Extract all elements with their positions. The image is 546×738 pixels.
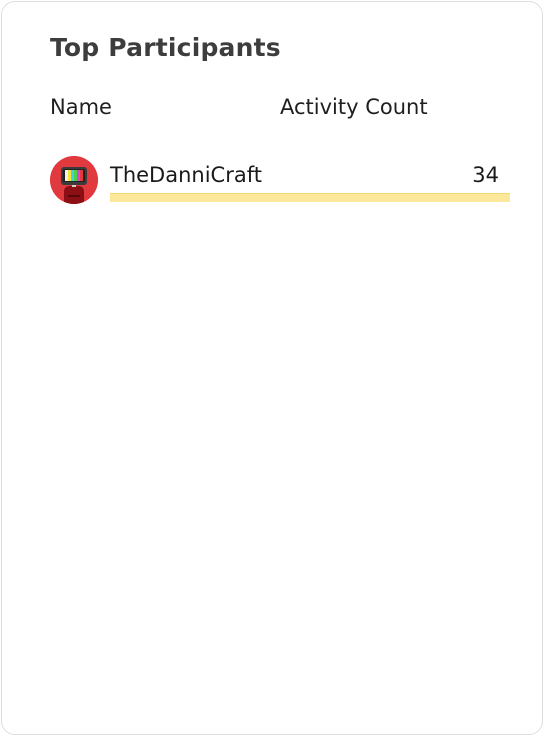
participant-name[interactable]: TheDanniCraft [110,163,262,187]
activity-bar-fill [110,193,510,202]
activity-bar-track [110,193,510,202]
participant-avatar[interactable] [50,156,98,204]
tv-head-avatar-icon [50,156,98,204]
top-participants-card: Top Participants Name Activity Count The… [1,1,543,735]
card-title: Top Participants [50,33,281,62]
column-header-name: Name [50,95,112,119]
column-header-activity-count: Activity Count [280,95,428,119]
participant-activity-count: 34 [472,163,499,187]
participant-row[interactable]: TheDanniCraft 34 [50,156,510,206]
